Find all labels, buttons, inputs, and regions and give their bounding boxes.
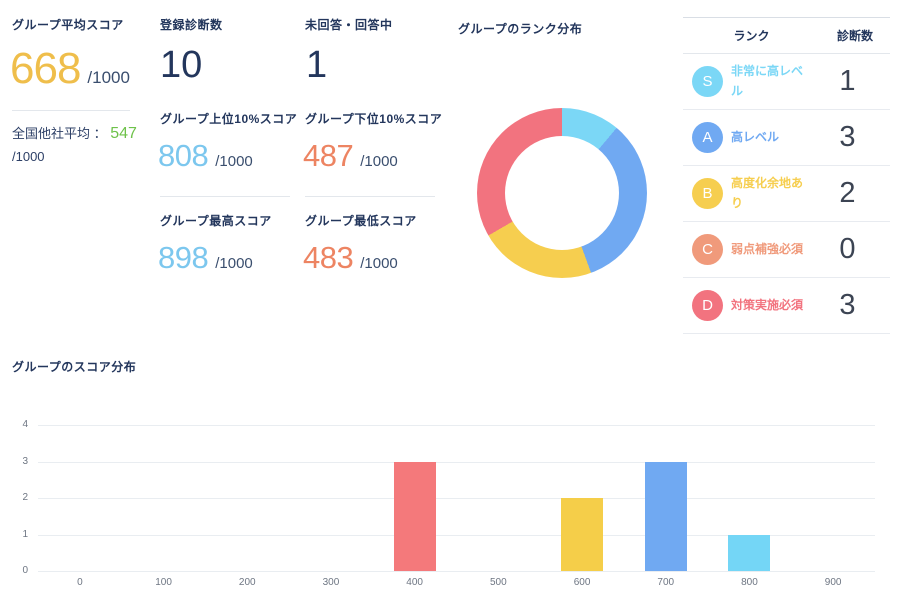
y-tick-label-0: 0 [22, 565, 28, 576]
top10-denominator: /1000 [215, 153, 253, 170]
rank-count: 2 [839, 177, 856, 209]
rank-label: 弱点補強必須 [731, 241, 804, 256]
rank-table-body: S 非常に高レベル 1 A 高レベル 3 B 高度化余地あり 2 C 弱点補強必須 0 D 対策実施必須 3 [683, 54, 890, 334]
y-tick-label-1: 1 [22, 528, 28, 540]
bottom10-value: 487 [303, 138, 354, 173]
max-score-value: 898 [158, 240, 209, 275]
divider-col2 [160, 196, 290, 197]
x-tick-label-200: 200 [238, 577, 256, 588]
rank-label: 非常に高レベル [731, 64, 804, 98]
x-tick-label-0: 0 [77, 577, 83, 588]
x-tick-label-700: 700 [657, 577, 675, 588]
max-score-denominator: /1000 [215, 255, 253, 272]
rank-badge-s: S [692, 66, 723, 97]
rank-row-b: B 高度化余地あり 2 [683, 166, 890, 222]
x-tick-label-800: 800 [741, 577, 758, 588]
rank-row-d: D 対策実施必須 3 [683, 278, 890, 334]
bottom10-denominator: /1000 [360, 153, 398, 170]
gridline-y-4 [38, 425, 875, 426]
y-tick-label-3: 3 [22, 455, 28, 467]
national-avg-denominator: /1000 [12, 148, 45, 164]
group-avg-value-row: 668 /1000 [10, 44, 130, 94]
rank-label: 高度化余地あり [731, 176, 804, 210]
bottom10-label: グループ下位10%スコア [305, 112, 443, 126]
group-avg-denominator: /1000 [87, 68, 130, 87]
rank-row-a: A 高レベル 3 [683, 110, 890, 166]
x-tick-label-400: 400 [406, 577, 423, 588]
national-avg-label: 全国他社平均 ： [12, 126, 107, 141]
min-score-value: 483 [303, 240, 354, 275]
unanswered-label: 未回答・回答中 [305, 18, 393, 32]
national-avg-value: 547 [110, 125, 137, 142]
rank-label: 対策実施必須 [731, 297, 804, 312]
rank-distribution-title: グループのランク分布 [458, 22, 583, 36]
registered-count-value: 10 [160, 44, 203, 86]
group-avg-value: 668 [10, 44, 81, 93]
registered-count-label: 登録診断数 [160, 18, 223, 32]
group-avg-label: グループ平均スコア [12, 18, 124, 32]
min-score-value-row: 483 /1000 [303, 240, 398, 276]
top10-label: グループ上位10%スコア [160, 112, 298, 126]
rank-row-c: C 弱点補強必須 0 [683, 222, 890, 278]
y-tick-label-2: 2 [22, 492, 28, 503]
y-tick-label-4: 4 [22, 419, 28, 430]
bar-400 [393, 461, 436, 571]
bar-800 [728, 534, 771, 571]
divider-col1 [12, 110, 130, 111]
gridline-y-0 [38, 571, 875, 572]
rank-badge-d: D [692, 290, 723, 321]
rank-row-s: S 非常に高レベル 1 [683, 54, 890, 110]
rank-table-header: ランク 診断数 [683, 18, 890, 54]
gridline-y-3 [38, 461, 875, 463]
national-avg-block: 全国他社平均 ： 547 /1000 [12, 122, 150, 167]
rank-count: 3 [839, 121, 856, 153]
x-tick-label-900: 900 [824, 577, 842, 588]
min-score-denominator: /1000 [360, 255, 398, 272]
rank-badge-c: C [692, 234, 723, 265]
divider-col3 [305, 196, 435, 197]
rank-count: 1 [839, 65, 856, 97]
bar-700 [644, 461, 687, 571]
score-distribution-title: グループのスコア分布 [12, 360, 137, 374]
bottom10-value-row: 487 /1000 [303, 138, 398, 174]
x-tick-label-100: 100 [155, 577, 172, 588]
rank-badge-b: B [692, 178, 723, 209]
rank-distribution-donut-chart [477, 108, 647, 278]
max-score-value-row: 898 /1000 [158, 240, 253, 276]
gridline-y-2 [38, 498, 875, 499]
dashboard: グループ平均スコア 668 /1000 全国他社平均 ： 547 /1000 登… [0, 0, 900, 597]
gridline-y-1 [38, 534, 875, 536]
unanswered-value: 1 [306, 44, 328, 86]
x-tick-label-500: 500 [490, 577, 507, 588]
rank-label: 高レベル [731, 129, 780, 144]
top10-value: 808 [158, 138, 209, 173]
x-tick-label-300: 300 [322, 577, 340, 588]
rank-count: 3 [839, 289, 856, 321]
rank-table: ランク 診断数 S 非常に高レベル 1 A 高レベル 3 B 高度化余地あり 2 C 弱点補強必須 0… [683, 17, 890, 334]
rank-column-header: ランク [733, 29, 770, 43]
min-score-label: グループ最低スコア [305, 214, 417, 228]
rank-badge-a: A [692, 122, 723, 153]
count-column-header: 診断数 [836, 29, 873, 43]
donut-hole [505, 136, 619, 250]
bar-600 [561, 498, 604, 571]
top10-value-row: 808 /1000 [158, 138, 253, 174]
x-tick-label-600: 600 [573, 577, 591, 588]
max-score-label: グループ最高スコア [160, 214, 272, 228]
rank-count: 0 [839, 233, 856, 265]
